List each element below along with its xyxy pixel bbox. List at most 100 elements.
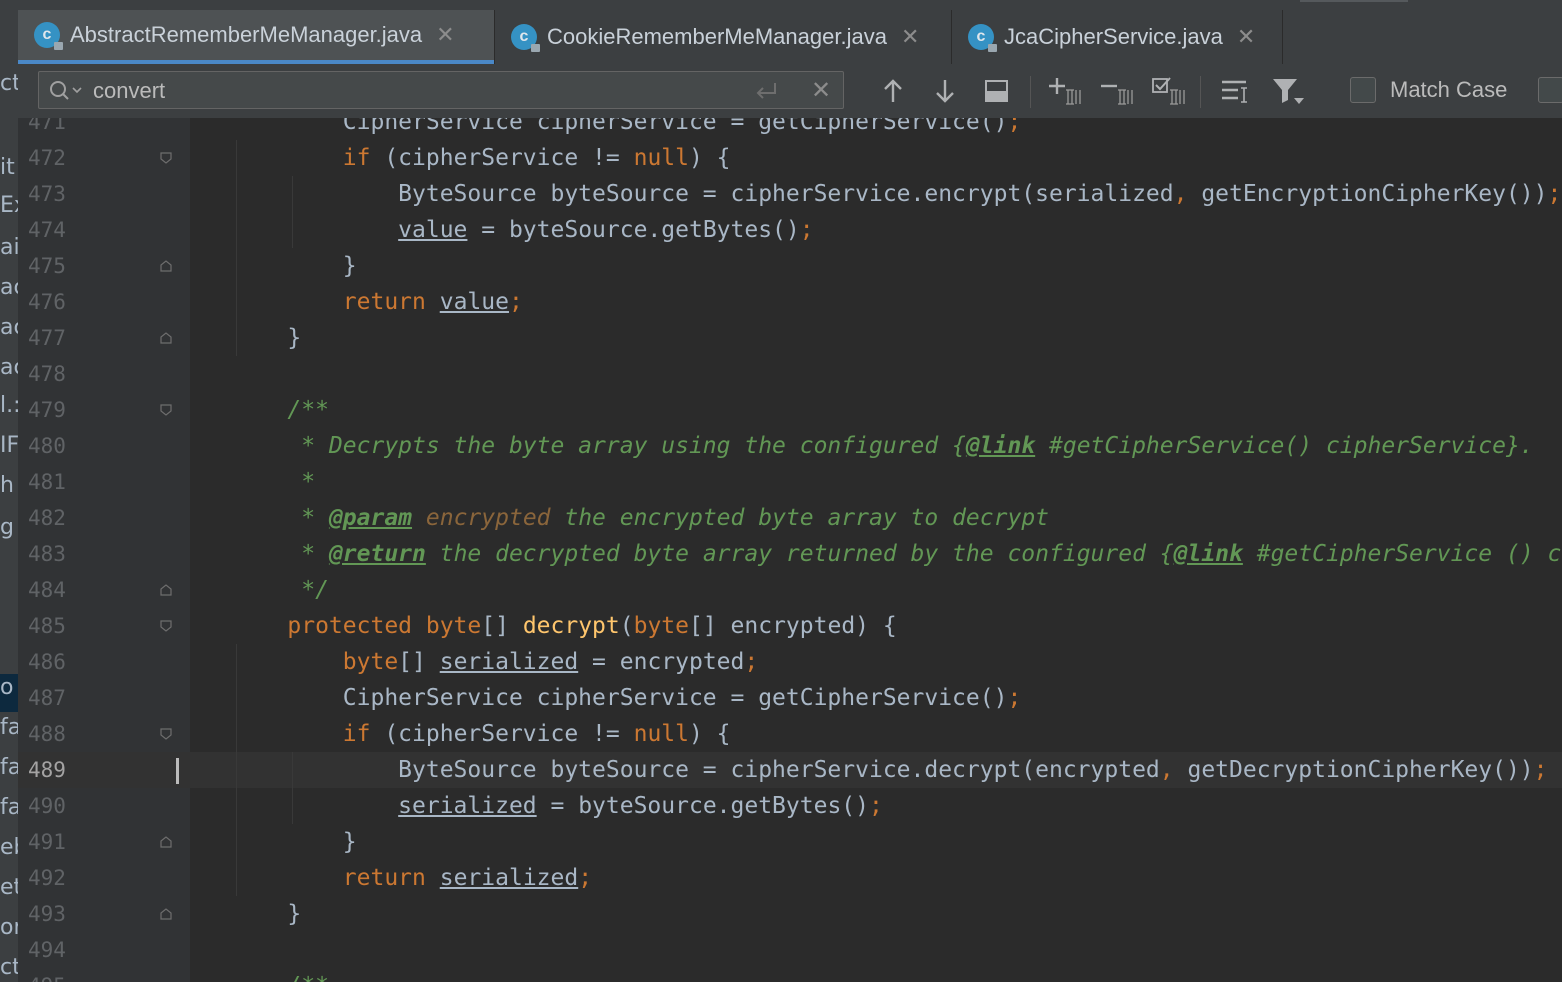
search-field[interactable]: ✕ bbox=[38, 71, 844, 109]
remove-selection-icon[interactable] bbox=[1100, 74, 1134, 108]
code-line[interactable]: 486 byte[] serialized = encrypted; bbox=[18, 644, 1562, 680]
new-line-icon[interactable] bbox=[753, 80, 779, 102]
project-tree-fragment[interactable]: h bbox=[0, 472, 18, 500]
class-icon: c bbox=[968, 24, 997, 52]
code-token: #getCipherService() cipherService}. bbox=[1035, 433, 1534, 459]
fold-end-icon[interactable] bbox=[160, 836, 172, 848]
code-line[interactable]: 471 CipherService cipherService = getCip… bbox=[18, 118, 1562, 140]
code-line[interactable]: 493 } bbox=[18, 896, 1562, 932]
fold-end-icon[interactable] bbox=[160, 332, 172, 344]
tab-cookie-remember-me-manager[interactable]: c CookieRememberMeManager.java ✕ bbox=[495, 10, 951, 64]
code-line[interactable]: 485 protected byte[] decrypt(byte[] encr… bbox=[18, 608, 1562, 644]
project-tree-fragment[interactable]: g bbox=[0, 514, 18, 542]
close-icon[interactable]: ✕ bbox=[436, 22, 454, 48]
toolbar-divider bbox=[1200, 76, 1201, 108]
line-number: 478 bbox=[28, 362, 66, 386]
fold-start-icon[interactable] bbox=[160, 728, 172, 740]
previous-occurrence-icon[interactable] bbox=[876, 74, 910, 108]
fold-end-icon[interactable] bbox=[160, 908, 172, 920]
code-line[interactable]: 483 * @return the decrypted byte array r… bbox=[18, 536, 1562, 572]
code-line[interactable]: 478 bbox=[18, 356, 1562, 392]
code-line[interactable]: 474 value = byteSource.getBytes(); bbox=[18, 212, 1562, 248]
project-tree-fragment[interactable]: ail bbox=[0, 234, 18, 262]
next-occurrence-icon[interactable] bbox=[928, 74, 962, 108]
match-case-option[interactable]: Match Case bbox=[1350, 77, 1507, 103]
project-tree-fragment[interactable]: ac bbox=[0, 314, 18, 342]
code-line[interactable]: 495 /** bbox=[18, 968, 1562, 982]
code-line[interactable]: 475 } bbox=[18, 248, 1562, 284]
project-tree-fragment[interactable]: ac bbox=[0, 274, 18, 302]
fold-end-icon[interactable] bbox=[160, 584, 172, 596]
project-tree-fragment[interactable]: Ex bbox=[0, 192, 18, 220]
code-line[interactable]: 476 return value; bbox=[18, 284, 1562, 320]
project-tree-fragment[interactable]: fa bbox=[0, 714, 18, 742]
fold-start-icon[interactable] bbox=[160, 152, 172, 164]
multiline-icon[interactable] bbox=[1218, 74, 1252, 108]
code-line[interactable]: 480 * Decrypts the byte array using the … bbox=[18, 428, 1562, 464]
project-tree-fragment[interactable]: fa bbox=[0, 754, 18, 782]
project-tree-fragment[interactable]: it bbox=[0, 154, 18, 182]
code-line[interactable]: 482 * @param encrypted the encrypted byt… bbox=[18, 500, 1562, 536]
window-top-edge bbox=[18, 0, 1562, 10]
project-tree-fragment[interactable]: ct bbox=[0, 954, 18, 982]
code-token: , bbox=[1159, 757, 1174, 783]
fold-start-icon[interactable] bbox=[160, 404, 172, 416]
code-token: byte bbox=[633, 613, 689, 639]
code-line[interactable]: 488 if (cipherService != null) { bbox=[18, 716, 1562, 752]
code-line[interactable]: 490 serialized = byteSource.getBytes(); bbox=[18, 788, 1562, 824]
code-token: ) { bbox=[688, 721, 731, 747]
code-line[interactable]: 472 if (cipherService != null) { bbox=[18, 140, 1562, 176]
project-tree-fragment[interactable]: fa bbox=[0, 794, 18, 822]
code-token: return bbox=[342, 865, 426, 891]
line-number: 483 bbox=[28, 542, 66, 566]
code-text: return serialized; bbox=[232, 860, 592, 896]
words-checkbox[interactable] bbox=[1538, 77, 1562, 103]
code-line[interactable]: 494 bbox=[18, 932, 1562, 968]
line-number: 473 bbox=[28, 182, 66, 206]
code-line[interactable]: 481 * bbox=[18, 464, 1562, 500]
project-panel-edge[interactable]: ct it Ex ail ac ac ac l.: IF hg o fa fa fa eb et or ct bbox=[0, 0, 18, 982]
tab-jca-cipher-service[interactable]: c JcaCipherService.java ✕ bbox=[952, 10, 1282, 64]
search-input[interactable] bbox=[91, 75, 715, 107]
code-line[interactable]: 492 return serialized; bbox=[18, 860, 1562, 896]
project-tree-fragment[interactable]: l.: bbox=[0, 392, 18, 420]
code-line[interactable]: 489 ByteSource byteSource = cipherServic… bbox=[18, 752, 1562, 788]
code-line[interactable]: 477 } bbox=[18, 320, 1562, 356]
code-editor[interactable]: 471 CipherService cipherService = getCip… bbox=[18, 118, 1562, 982]
add-selection-icon[interactable] bbox=[1048, 74, 1082, 108]
match-case-checkbox[interactable] bbox=[1350, 77, 1376, 103]
indent-guide bbox=[292, 176, 293, 248]
fold-end-icon[interactable] bbox=[160, 260, 172, 272]
code-token: encrypted bbox=[425, 505, 551, 531]
fold-start-icon[interactable] bbox=[160, 620, 172, 632]
project-tree-fragment[interactable]: o bbox=[0, 674, 18, 702]
project-tree-fragment[interactable]: eb bbox=[0, 834, 18, 862]
code-token: (cipherService != bbox=[370, 145, 634, 171]
tab-abstract-remember-me-manager[interactable]: c AbstractRememberMeManager.java ✕ bbox=[18, 10, 494, 64]
project-tree-fragment[interactable]: or bbox=[0, 914, 18, 942]
project-tree-fragment[interactable]: ac bbox=[0, 354, 18, 382]
line-number: 471 bbox=[28, 118, 66, 134]
select-all-occurrences-icon[interactable] bbox=[1152, 74, 1186, 108]
code-token: decrypt bbox=[522, 613, 620, 639]
tab-title: JcaCipherService.java bbox=[1004, 24, 1223, 49]
project-tree-fragment[interactable]: ct bbox=[0, 70, 18, 98]
code-line[interactable]: 484 */ bbox=[18, 572, 1562, 608]
code-token: * bbox=[232, 541, 329, 567]
project-tree-fragment[interactable]: et bbox=[0, 874, 18, 902]
code-line[interactable]: 491 } bbox=[18, 824, 1562, 860]
close-icon[interactable]: ✕ bbox=[1237, 24, 1255, 50]
close-icon[interactable]: ✕ bbox=[901, 24, 919, 50]
code-text: } bbox=[232, 320, 301, 356]
filter-icon[interactable] bbox=[1272, 74, 1306, 108]
search-icon[interactable] bbox=[49, 80, 85, 102]
code-line[interactable]: 487 CipherService cipherService = getCip… bbox=[18, 680, 1562, 716]
project-tree-fragment[interactable]: IF bbox=[0, 432, 18, 460]
clear-icon[interactable]: ✕ bbox=[811, 76, 831, 105]
code-token: @param bbox=[328, 505, 413, 531]
code-token: } bbox=[232, 253, 357, 279]
line-number: 487 bbox=[28, 686, 66, 710]
find-all-icon[interactable] bbox=[980, 74, 1014, 108]
code-line[interactable]: 473 ByteSource byteSource = cipherServic… bbox=[18, 176, 1562, 212]
code-line[interactable]: 479 /** bbox=[18, 392, 1562, 428]
